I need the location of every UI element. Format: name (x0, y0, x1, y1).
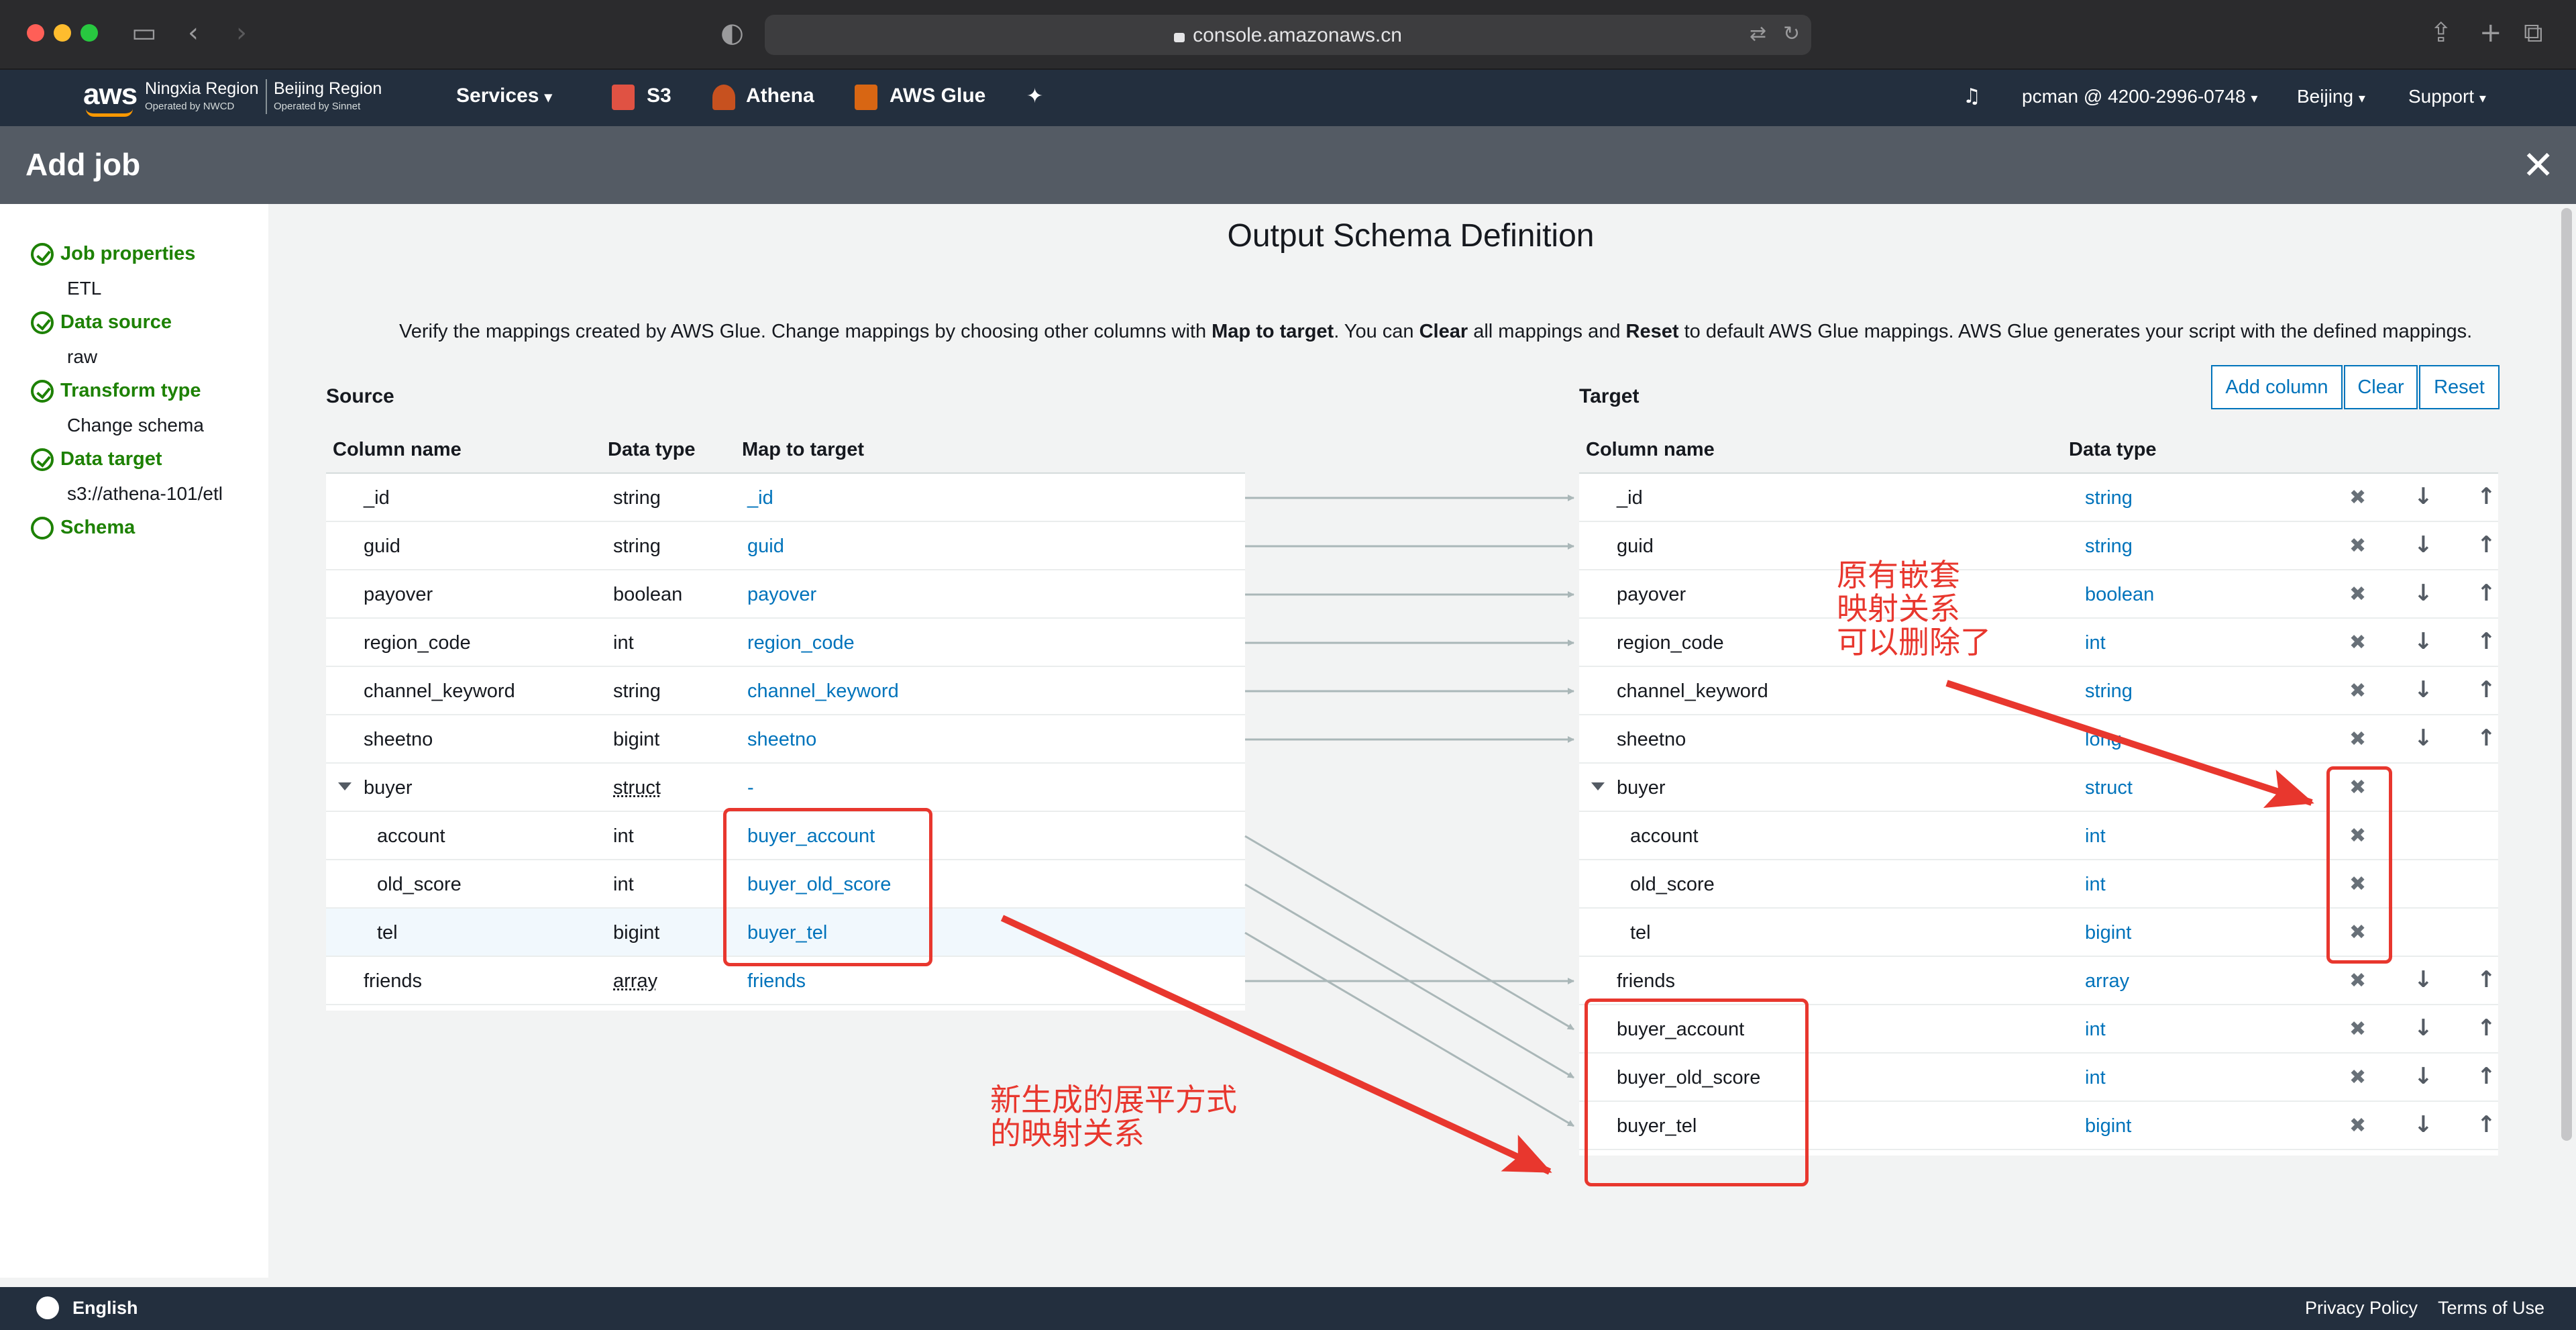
scrollbar[interactable] (2561, 208, 2572, 1141)
mapping-overlay (1000, 495, 2314, 1175)
mapping-line (1244, 931, 1574, 1127)
annotation-nested-note: 原有嵌套 映射关系 可以删除了 (1837, 557, 1991, 660)
language-selector[interactable]: English (72, 1298, 138, 1319)
footer: English Privacy Policy Terms of Use (0, 1287, 2576, 1330)
annotation-box-target-flat (1585, 999, 1809, 1186)
privacy-link[interactable]: Privacy Policy (2305, 1298, 2418, 1319)
annotation-box-target-nested (2326, 766, 2392, 964)
annotation-flat-note: 新生成的展平方式 的映射关系 (990, 1082, 1237, 1152)
annotation-box-source-flat (723, 808, 932, 966)
terms-link[interactable]: Terms of Use (2438, 1298, 2544, 1319)
globe-icon (36, 1296, 59, 1319)
annotation-arrow-nested (1945, 680, 2314, 808)
mapping-line (1244, 835, 1574, 1031)
